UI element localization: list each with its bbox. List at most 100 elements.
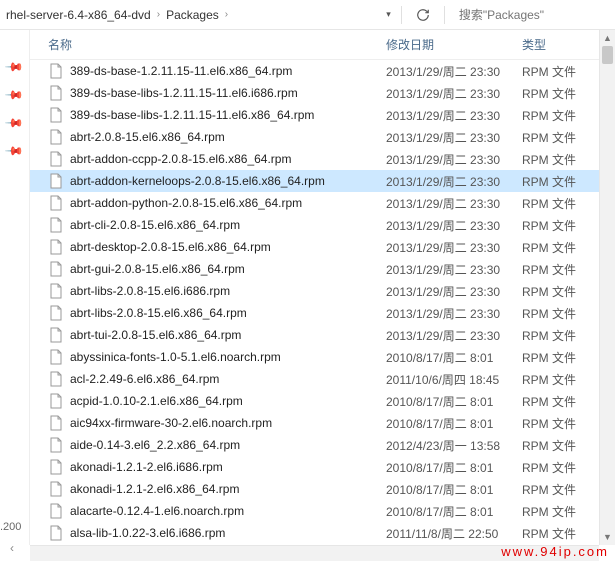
file-row[interactable]: abrt-tui-2.0.8-15.el6.x86_64.rpm2013/1/2… — [30, 324, 615, 346]
file-row[interactable]: acl-2.2.49-6.el6.x86_64.rpm2011/10/6/周四 … — [30, 368, 615, 390]
file-row[interactable]: abrt-cli-2.0.8-15.el6.x86_64.rpm2013/1/2… — [30, 214, 615, 236]
file-row[interactable]: abrt-libs-2.0.8-15.el6.x86_64.rpm2013/1/… — [30, 302, 615, 324]
file-date: 2010/8/17/周二 8:01 — [386, 349, 522, 366]
column-header-name[interactable]: 名称 — [48, 36, 386, 53]
file-type: RPM 文件 — [522, 459, 592, 476]
sidebar-truncated-text: .200 — [0, 521, 21, 533]
sidebar: 📌 📌 📌 📌 — [0, 30, 30, 545]
scroll-down-button[interactable]: ▼ — [600, 529, 615, 545]
file-name: akonadi-1.2.1-2.el6.x86_64.rpm — [70, 482, 386, 496]
file-row[interactable]: abrt-gui-2.0.8-15.el6.x86_64.rpm2013/1/2… — [30, 258, 615, 280]
file-row[interactable]: abrt-addon-ccpp-2.0.8-15.el6.x86_64.rpm2… — [30, 148, 615, 170]
file-type: RPM 文件 — [522, 195, 592, 212]
file-row[interactable]: alacarte-0.12.4-1.el6.noarch.rpm2010/8/1… — [30, 500, 615, 522]
file-icon — [48, 459, 64, 475]
divider — [444, 6, 445, 24]
file-icon — [48, 63, 64, 79]
scroll-up-button[interactable]: ▲ — [600, 30, 615, 46]
file-date: 2013/1/29/周二 23:30 — [386, 217, 522, 234]
file-row[interactable]: acpid-1.0.10-2.1.el6.x86_64.rpm2010/8/17… — [30, 390, 615, 412]
scrollbar-track[interactable] — [600, 46, 615, 529]
file-name: 389-ds-base-libs-1.2.11.15-11.el6.x86_64… — [70, 108, 386, 122]
pin-icon[interactable]: 📌 — [4, 57, 24, 77]
breadcrumb-current[interactable]: Packages — [166, 8, 219, 22]
chevron-left-icon[interactable]: ‹ — [10, 541, 14, 555]
file-type: RPM 文件 — [522, 283, 592, 300]
divider — [401, 6, 402, 24]
file-row[interactable]: 389-ds-base-1.2.11.15-11.el6.x86_64.rpm2… — [30, 60, 615, 82]
file-name: abrt-2.0.8-15.el6.x86_64.rpm — [70, 130, 386, 144]
file-icon — [48, 283, 64, 299]
file-row[interactable]: abrt-2.0.8-15.el6.x86_64.rpm2013/1/29/周二… — [30, 126, 615, 148]
file-icon — [48, 261, 64, 277]
search-input[interactable] — [459, 8, 614, 22]
pin-icon[interactable]: 📌 — [4, 113, 24, 133]
scrollbar-thumb[interactable] — [602, 46, 613, 64]
pin-icon[interactable]: 📌 — [4, 85, 24, 105]
file-row[interactable]: abrt-desktop-2.0.8-15.el6.x86_64.rpm2013… — [30, 236, 615, 258]
file-name: 389-ds-base-libs-1.2.11.15-11.el6.i686.r… — [70, 86, 386, 100]
file-date: 2011/11/8/周二 22:50 — [386, 525, 522, 542]
file-date: 2010/8/17/周二 8:01 — [386, 415, 522, 432]
refresh-button[interactable] — [412, 4, 434, 26]
file-type: RPM 文件 — [522, 107, 592, 124]
file-row[interactable]: alsa-lib-1.0.22-3.el6.i686.rpm2011/11/8/… — [30, 522, 615, 544]
file-date: 2013/1/29/周二 23:30 — [386, 63, 522, 80]
vertical-scrollbar[interactable]: ▲ ▼ — [599, 30, 615, 545]
file-type: RPM 文件 — [522, 525, 592, 542]
file-date: 2011/10/6/周四 18:45 — [386, 371, 522, 388]
file-date: 2013/1/29/周二 23:30 — [386, 283, 522, 300]
breadcrumb-parent[interactable]: rhel-server-6.4-x86_64-dvd — [6, 8, 151, 22]
file-icon — [48, 195, 64, 211]
file-name: acl-2.2.49-6.el6.x86_64.rpm — [70, 372, 386, 386]
file-name: abrt-cli-2.0.8-15.el6.x86_64.rpm — [70, 218, 386, 232]
file-row[interactable]: akonadi-1.2.1-2.el6.i686.rpm2010/8/17/周二… — [30, 456, 615, 478]
file-date: 2010/8/17/周二 8:01 — [386, 481, 522, 498]
file-date: 2012/4/23/周一 13:58 — [386, 437, 522, 454]
file-icon — [48, 437, 64, 453]
file-row[interactable]: 389-ds-base-libs-1.2.11.15-11.el6.x86_64… — [30, 104, 615, 126]
column-header-date[interactable]: 修改日期 — [386, 36, 522, 53]
address-bar: rhel-server-6.4-x86_64-dvd › Packages › … — [0, 0, 615, 30]
file-icon — [48, 151, 64, 167]
file-row[interactable]: abrt-addon-python-2.0.8-15.el6.x86_64.rp… — [30, 192, 615, 214]
pin-icon[interactable]: 📌 — [4, 141, 24, 161]
file-row[interactable]: abrt-addon-kerneloops-2.0.8-15.el6.x86_6… — [30, 170, 615, 192]
file-date: 2013/1/29/周二 23:30 — [386, 195, 522, 212]
file-icon — [48, 129, 64, 145]
file-name: abrt-addon-kerneloops-2.0.8-15.el6.x86_6… — [70, 174, 386, 188]
file-row[interactable]: abyssinica-fonts-1.0-5.1.el6.noarch.rpm2… — [30, 346, 615, 368]
file-name: aide-0.14-3.el6_2.2.x86_64.rpm — [70, 438, 386, 452]
breadcrumb[interactable]: rhel-server-6.4-x86_64-dvd › Packages › — [6, 8, 228, 22]
file-date: 2013/1/29/周二 23:30 — [386, 327, 522, 344]
file-icon — [48, 415, 64, 431]
file-icon — [48, 85, 64, 101]
history-dropdown-icon[interactable]: ▾ — [386, 9, 391, 20]
column-header-type[interactable]: 类型 — [522, 36, 592, 53]
file-type: RPM 文件 — [522, 85, 592, 102]
file-date: 2013/1/29/周二 23:30 — [386, 129, 522, 146]
file-row[interactable]: akonadi-1.2.1-2.el6.x86_64.rpm2010/8/17/… — [30, 478, 615, 500]
file-date: 2013/1/29/周二 23:30 — [386, 239, 522, 256]
file-icon — [48, 371, 64, 387]
file-name: akonadi-1.2.1-2.el6.i686.rpm — [70, 460, 386, 474]
file-icon — [48, 107, 64, 123]
file-type: RPM 文件 — [522, 305, 592, 322]
file-type: RPM 文件 — [522, 261, 592, 278]
search-box[interactable] — [455, 4, 609, 26]
file-row[interactable]: aide-0.14-3.el6_2.2.x86_64.rpm2012/4/23/… — [30, 434, 615, 456]
file-name: 389-ds-base-1.2.11.15-11.el6.x86_64.rpm — [70, 64, 386, 78]
file-type: RPM 文件 — [522, 481, 592, 498]
file-date: 2013/1/29/周二 23:30 — [386, 107, 522, 124]
file-type: RPM 文件 — [522, 63, 592, 80]
file-date: 2013/1/29/周二 23:30 — [386, 85, 522, 102]
file-row[interactable]: 389-ds-base-libs-1.2.11.15-11.el6.i686.r… — [30, 82, 615, 104]
file-type: RPM 文件 — [522, 129, 592, 146]
file-row[interactable]: aic94xx-firmware-30-2.el6.noarch.rpm2010… — [30, 412, 615, 434]
file-icon — [48, 173, 64, 189]
file-date: 2010/8/17/周二 8:01 — [386, 503, 522, 520]
column-headers: 名称 修改日期 类型 — [30, 30, 615, 60]
file-type: RPM 文件 — [522, 349, 592, 366]
file-date: 2010/8/17/周二 8:01 — [386, 393, 522, 410]
file-row[interactable]: abrt-libs-2.0.8-15.el6.i686.rpm2013/1/29… — [30, 280, 615, 302]
